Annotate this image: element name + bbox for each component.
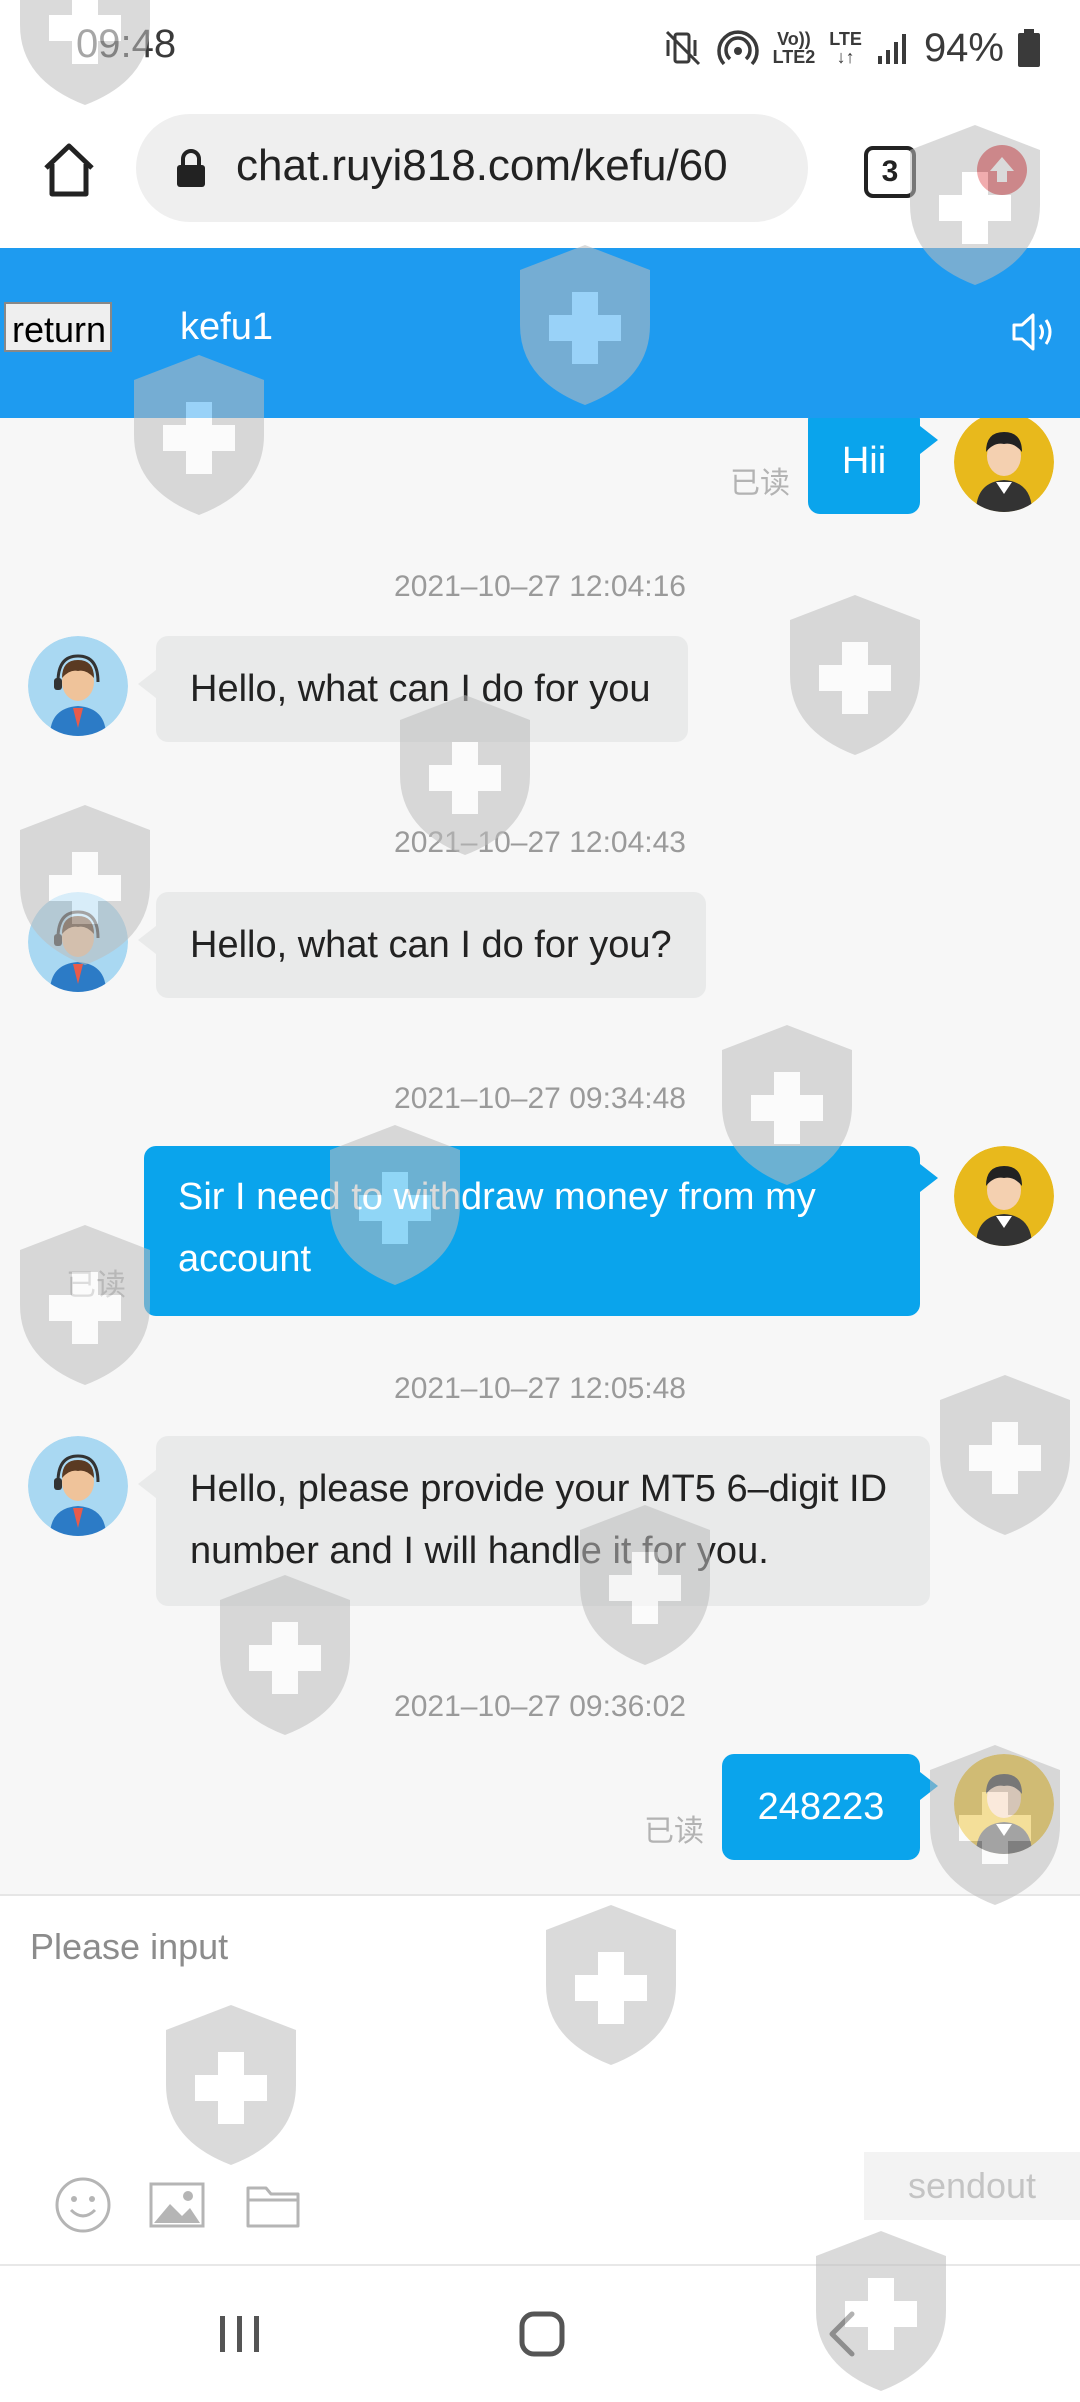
compose-area: sendout [0,1894,1080,2266]
chat-title: kefu1 [180,306,273,348]
emoji-icon[interactable] [54,2176,112,2234]
return-button[interactable]: return [4,302,112,352]
user-avatar-icon [954,1754,1054,1854]
message-text-line: number and I will handle it for you. [190,1530,769,1572]
agent-avatar [28,636,128,736]
status-bar: 09:48 Vo)) LTE2 LTE ↓↑ 94% [0,0,1080,96]
message-timestamp: 2021–10–27 09:34:48 [394,1082,686,1115]
tabs-icon[interactable]: 3 [864,146,916,198]
system-nav-bar [0,2264,1080,2402]
send-button[interactable]: sendout [864,2152,1080,2220]
url-text[interactable]: chat.ruyi818.com/kefu/60 [236,141,796,191]
message-bubble-incoming[interactable]: Hello, what can I do for you [138,636,688,742]
status-icons: Vo)) LTE2 LTE ↓↑ 94% [663,18,1040,78]
speaker-icon[interactable] [1010,310,1058,354]
user-avatar [954,1754,1054,1854]
message-text-line: Hello, please provide your MT5 6–digit I… [190,1468,888,1510]
message-bubble-outgoing[interactable]: 248223 [722,1754,938,1860]
chat-header: return kefu1 [0,248,1080,418]
agent-avatar-icon [28,636,128,736]
recent-apps-icon[interactable] [210,2306,270,2362]
message-timestamp: 2021–10–27 12:05:48 [394,1372,686,1405]
agent-avatar-icon [28,892,128,992]
message-bubble-incoming[interactable]: Hello, what can I do for you? [138,892,706,998]
battery-percent: 94% [923,25,1004,70]
user-avatar [954,1146,1054,1246]
read-status: 已读 [66,1269,126,1302]
message-bubble-outgoing[interactable]: Hii [808,418,938,514]
agent-avatar [28,1436,128,1536]
address-bar[interactable]: chat.ruyi818.com/kefu/60 [136,114,808,222]
agent-avatar-icon [28,1436,128,1536]
image-icon[interactable] [148,2176,206,2234]
message-bubble-incoming[interactable]: Hello, please provide your MT5 6–digit I… [138,1436,930,1606]
read-status: 已读 [644,1815,704,1848]
status-time: 09:48 [76,22,177,66]
message-timestamp: 2021–10–27 09:36:02 [394,1690,686,1723]
message-bubble-outgoing[interactable]: Sir I need to withdraw money from my acc… [144,1146,938,1316]
lock-icon [177,149,205,187]
agent-avatar [28,892,128,992]
read-status: 已读 [730,467,790,500]
user-avatar [954,418,1054,512]
folder-icon[interactable] [244,2176,302,2234]
home-icon[interactable] [38,138,100,200]
signal-icon [877,34,906,64]
message-list[interactable]: 已读 Hii 2021–10–27 12:04:16 Hello, what c… [0,418,1080,1894]
message-timestamp: 2021–10–27 12:04:16 [394,570,686,603]
volte-icon: Vo)) LTE2 [772,29,816,67]
user-avatar-icon [954,1146,1054,1246]
user-avatar-icon [954,418,1054,512]
mute-vibrate-icon [665,30,700,66]
battery-icon [1018,29,1040,67]
message-text-line: account [178,1238,312,1280]
back-icon[interactable] [814,2306,874,2362]
browser-toolbar: chat.ruyi818.com/kefu/60 3 [0,96,1080,248]
hotspot-icon [716,30,759,66]
message-timestamp: 2021–10–27 12:04:43 [394,826,686,859]
message-input[interactable] [28,1924,1032,2108]
message-text-line: Sir I need to withdraw money from my [178,1176,816,1218]
home-nav-icon[interactable] [512,2306,572,2362]
upload-icon[interactable] [976,144,1028,196]
lte-icon: LTE ↓↑ [829,29,862,67]
